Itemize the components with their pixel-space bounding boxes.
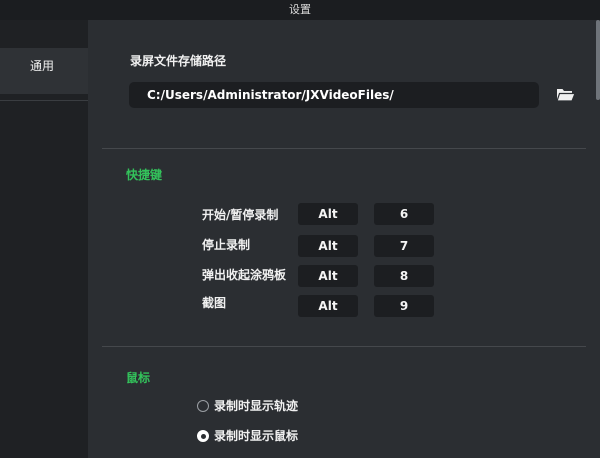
shortcut-start-pause-key[interactable]: 6	[374, 203, 434, 225]
shortcut-whiteboard-key[interactable]: 8	[374, 265, 434, 287]
shortcut-label-whiteboard: 弹出收起涂鸦板	[202, 268, 287, 282]
shortcut-screenshot-modifier[interactable]: Alt	[298, 295, 358, 317]
sidebar-divider	[0, 100, 88, 101]
shortcut-section-label: 快捷键	[126, 168, 163, 182]
shortcut-screenshot-key[interactable]: 9	[374, 295, 434, 317]
radio-show-cursor-label: 录制时显示鼠标	[214, 429, 299, 443]
shortcut-whiteboard-modifier[interactable]: Alt	[298, 265, 358, 287]
sidebar-item-general[interactable]: 通用	[0, 57, 88, 75]
browse-folder-button[interactable]	[556, 86, 576, 104]
mouse-section-label: 鼠标	[126, 371, 151, 385]
shortcut-label-screenshot: 截图	[202, 296, 227, 310]
section-divider	[102, 346, 586, 347]
scrollbar[interactable]	[596, 20, 600, 100]
radio-show-trail-label: 录制时显示轨迹	[214, 399, 299, 413]
storage-path-input[interactable]	[129, 82, 539, 108]
radio-button-checked[interactable]	[197, 430, 209, 442]
section-divider	[102, 148, 586, 149]
shortcut-stop-key[interactable]: 7	[374, 235, 434, 257]
window-title: 设置	[0, 0, 600, 20]
shortcut-stop-modifier[interactable]: Alt	[298, 235, 358, 257]
shortcut-label-stop: 停止录制	[202, 238, 251, 252]
radio-button-unchecked[interactable]	[197, 400, 209, 412]
shortcut-start-pause-modifier[interactable]: Alt	[298, 203, 358, 225]
settings-window: 设置 通用 录屏文件存储路径 快捷键 开始/暂停录制 Alt 6 停止录制 Al…	[0, 0, 600, 458]
sidebar: 通用	[0, 20, 88, 458]
storage-path-label: 录屏文件存储路径	[130, 54, 227, 68]
shortcut-label-start-pause: 开始/暂停录制	[202, 208, 279, 222]
folder-open-icon	[556, 89, 576, 102]
